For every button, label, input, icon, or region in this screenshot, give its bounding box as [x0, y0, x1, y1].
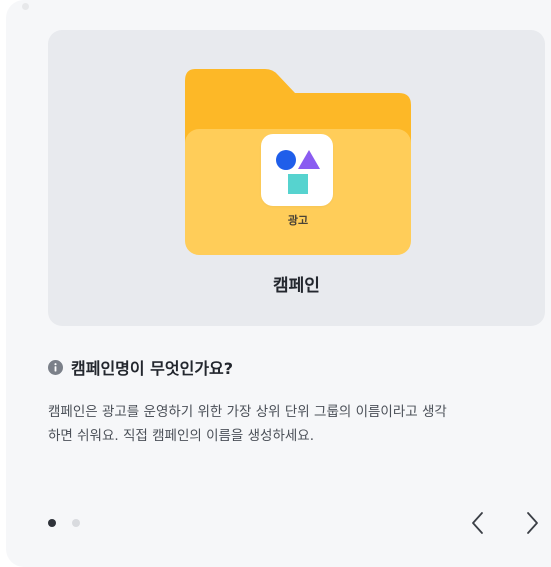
pager-dot-2[interactable] [72, 519, 80, 527]
previous-button[interactable] [466, 509, 490, 537]
description: 캠페인은 광고를 운영하기 위한 가장 상위 단위 그룹의 이름이라고 생각 하… [48, 400, 548, 448]
chevron-right-icon [527, 512, 538, 534]
folder-icon: 광고 [183, 69, 413, 255]
circle-shape-icon [276, 150, 296, 170]
question-title: 캠페인명이 무엇인가요? [71, 359, 234, 378]
info-circle-icon [48, 359, 63, 375]
triangle-shape-icon [298, 150, 320, 169]
chevron-left-icon [472, 512, 483, 534]
next-button[interactable] [520, 509, 544, 537]
tile-label: 광고 [287, 214, 309, 227]
square-shape-icon [288, 174, 308, 194]
campaign-illustration: 광고 캠페인 [48, 30, 545, 326]
pager-dot-1[interactable] [48, 519, 56, 527]
ad-app-tile [261, 134, 333, 206]
campaign-help-card: 광고 캠페인 캠페인명이 무엇인가요? 캠페인은 광고를 운영하기 위한 가장 … [6, 0, 551, 567]
corner-decoration [22, 3, 29, 10]
illustration-caption: 캠페인 [273, 276, 320, 296]
description-line-2: 하면 쉬워요. 직접 캠페인의 이름을 생성하세요. [48, 428, 315, 444]
question-row: 캠페인명이 무엇인가요? [48, 356, 233, 378]
description-line-1: 캠페인은 광고를 운영하기 위한 가장 상위 단위 그룹의 이름이라고 생각 [48, 404, 447, 420]
